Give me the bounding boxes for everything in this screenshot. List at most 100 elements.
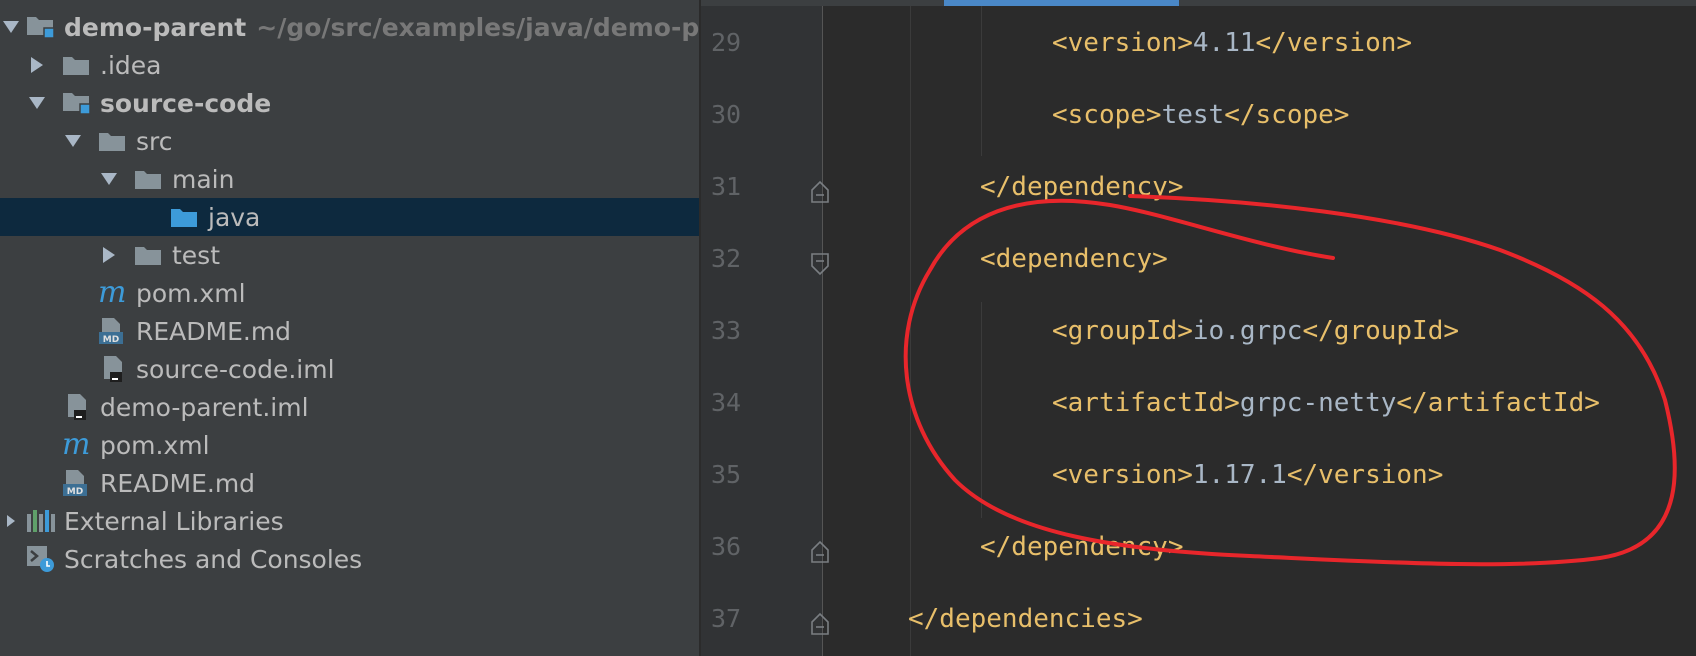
tree-item-label: External Libraries [64,506,284,536]
folder-icon [134,242,164,268]
xml-value: 1.17.1 [1192,460,1287,490]
expand-arrow-right-icon[interactable] [0,514,22,528]
xml-code: <scope>test</scope> [1052,100,1349,130]
xml-tag: </artifactId> [1396,388,1600,418]
xml-code: <dependency> [980,244,1168,274]
xml-code: <groupId>io.grpc</groupId> [1052,316,1459,346]
tree-item-label: README.md [100,468,256,498]
xml-tag: </groupId> [1302,316,1460,346]
tree-item-scratches-and-consoles[interactable]: Scratches and Consoles [0,540,699,578]
tree-item-label: README.md [136,316,292,346]
code-line[interactable]: 33 <groupId>io.grpc</groupId> [701,302,1696,374]
xml-tag: <groupId> [1052,316,1193,346]
tree-item-source-code[interactable]: source-code [0,84,699,122]
expand-arrow-down-icon[interactable] [26,96,48,110]
xml-value: grpc-netty [1239,388,1397,418]
code-line[interactable]: 32 <dependency> [701,230,1696,302]
tree-item-label: src [136,126,173,156]
tree-item-idea[interactable]: .idea [0,46,699,84]
tree-item-label: main [172,164,235,194]
xml-tag: </scope> [1224,100,1350,130]
folder-icon [62,52,92,78]
xml-code: </dependencies> [908,604,1143,634]
tree-item-test[interactable]: test [0,236,699,274]
tree-item-readme-md[interactable]: MD README.md [0,312,699,350]
svg-text:MD: MD [103,335,119,345]
xml-code: </dependency> [980,532,1184,562]
fold-end-icon[interactable] [810,612,830,636]
tree-item-label: demo-parent.iml [100,392,309,422]
scratches-icon [26,546,56,572]
markdown-file-icon: MD [62,470,92,497]
expand-arrow-right-icon[interactable] [26,56,48,74]
active-tab-indicator[interactable] [944,0,1179,6]
tree-item-label: pom.xml [100,430,210,460]
tree-item-demo-parent[interactable]: demo-parent ~/go/src/examples/java/demo-p… [0,8,699,46]
module-folder-icon [26,14,56,40]
xml-code: <version>4.11</version> [1052,28,1412,58]
code-line[interactable]: 35 <version>1.17.1</version> [701,446,1696,518]
line-number: 33 [711,316,742,345]
tree-item-pom-xml[interactable]: m pom.xml [0,426,699,464]
tree-item-src[interactable]: src [0,122,699,160]
line-number: 37 [711,604,742,633]
folder-icon [98,128,128,154]
xml-tag: </dependency> [980,532,1184,562]
xml-tag: </version> [1286,460,1444,490]
project-tree-panel: demo-parent ~/go/src/examples/java/demo-p… [0,0,699,656]
fold-start-icon[interactable] [810,252,830,276]
source-folder-icon [170,204,200,230]
code-line[interactable]: 30 <scope>test</scope> [701,86,1696,158]
tree-item-label: source-code.iml [136,354,335,384]
line-number: 30 [711,100,742,129]
tree-item-readme-md[interactable]: MD README.md [0,464,699,502]
line-number: 34 [711,388,742,417]
iml-file-icon [98,356,128,382]
expand-arrow-right-icon[interactable] [98,246,120,264]
iml-file-icon [62,394,92,420]
xml-code: <artifactId>grpc-netty</artifactId> [1052,388,1600,418]
libraries-icon [26,508,56,534]
tree-item-external-libraries[interactable]: External Libraries [0,502,699,540]
tree-item-label: test [172,240,221,270]
folder-icon [134,166,164,192]
xml-tag: </dependency> [980,172,1184,202]
xml-tag: <dependency> [980,244,1168,274]
tree-item-source-code-iml[interactable]: source-code.iml [0,350,699,388]
code-line[interactable]: 37 </dependencies> [701,590,1696,656]
code-line[interactable]: 29 <version>4.11</version> [701,14,1696,86]
xml-tag: <version> [1052,28,1193,58]
line-number: 31 [711,172,742,201]
maven-icon: m [62,427,91,462]
line-number: 35 [711,460,742,489]
tree-item-label: Scratches and Consoles [64,544,363,574]
xml-tag: </version> [1255,28,1413,58]
xml-tag: <version> [1052,460,1193,490]
tree-item-main[interactable]: main [0,160,699,198]
line-number: 32 [711,244,742,273]
line-number: 29 [711,28,742,57]
fold-end-icon[interactable] [810,540,830,564]
tree-item-java[interactable]: java [0,198,699,236]
line-number: 36 [711,532,742,561]
xml-value: io.grpc [1192,316,1303,346]
code-editor[interactable]: 29 <version>4.11</version> 30 <scope>test</… [701,0,1696,656]
xml-code: </dependency> [980,172,1184,202]
code-line[interactable]: 31 </dependency> [701,158,1696,230]
expand-arrow-down-icon[interactable] [0,20,22,34]
fold-end-icon[interactable] [810,180,830,204]
tree-item-label: pom.xml [136,278,246,308]
tree-item-label: .idea [100,50,162,80]
tree-item-pom-xml[interactable]: m pom.xml [0,274,699,312]
expand-arrow-down-icon[interactable] [98,172,120,186]
tree-item-label: demo-parent ~/go/src/examples/java/demo-p… [64,13,699,42]
tree-item-label: java [208,202,261,232]
xml-value: test [1161,100,1225,130]
expand-arrow-down-icon[interactable] [62,134,84,148]
maven-icon: m [98,275,127,310]
tree-item-label: source-code [100,88,272,118]
xml-value: 4.11 [1192,28,1256,58]
code-line[interactable]: 36 </dependency> [701,518,1696,590]
tree-item-demo-parent-iml[interactable]: demo-parent.iml [0,388,699,426]
code-line[interactable]: 34 <artifactId>grpc-netty</artifactId> [701,374,1696,446]
